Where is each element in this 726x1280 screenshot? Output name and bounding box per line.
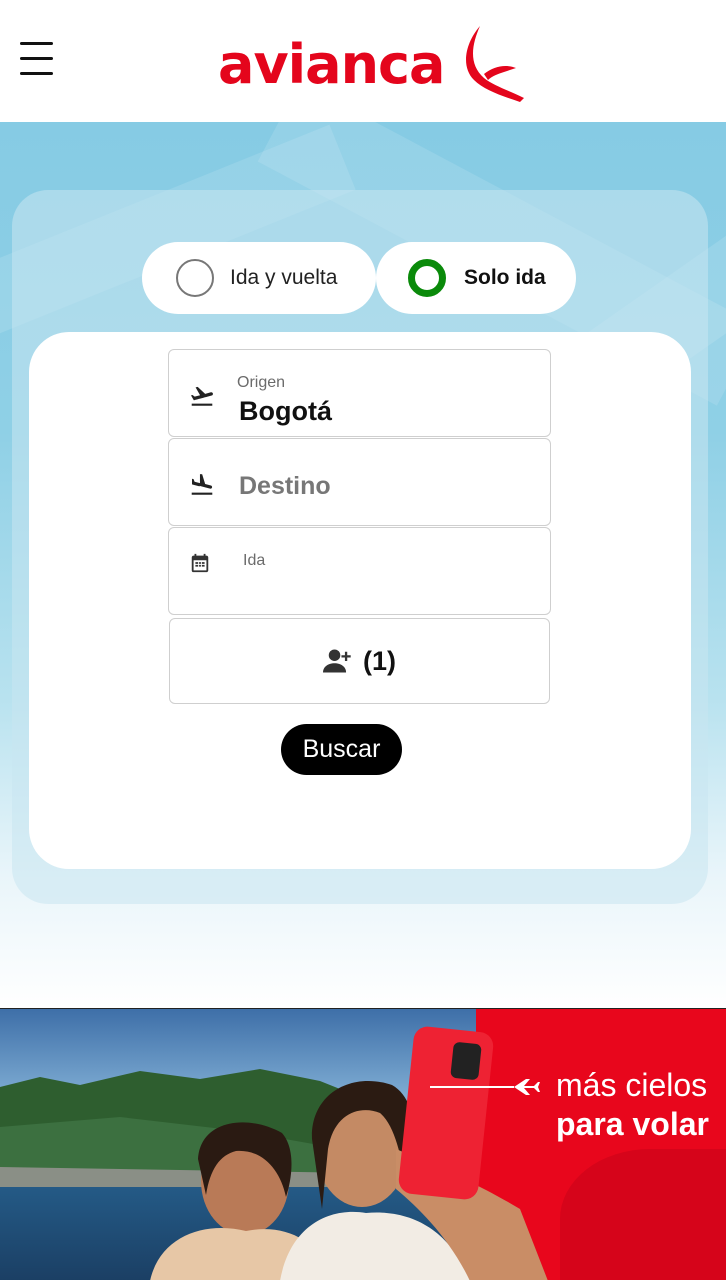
one-way-option[interactable]: Solo ida <box>376 242 576 314</box>
search-form-card: Origen Bogotá Destino Ida (1) Buscar <box>29 332 691 869</box>
avianca-bird-icon <box>466 26 525 102</box>
plane-landing-icon <box>191 474 213 495</box>
search-button[interactable]: Buscar <box>281 724 402 775</box>
one-way-radio[interactable] <box>408 259 446 297</box>
app-header: avianca <box>0 0 726 122</box>
banner-tagline: más cielos para volar <box>556 1067 709 1143</box>
destination-field[interactable]: Destino <box>168 438 551 526</box>
origin-label: Origen <box>237 374 286 391</box>
origin-value: Bogotá <box>239 396 332 426</box>
one-way-label: Solo ida <box>464 266 546 289</box>
promo-banner[interactable]: más cielos para volar <box>0 1008 726 1280</box>
tagline-line-1: más cielos <box>556 1067 708 1103</box>
passengers-selector[interactable]: (1) <box>169 618 550 704</box>
round-trip-radio[interactable] <box>176 259 214 297</box>
departure-date-field[interactable]: Ida <box>168 527 551 615</box>
flight-search-section: Ida y vuelta Solo ida Origen Bogotá Dest… <box>0 122 726 1008</box>
brand-wordmark: avianca <box>218 33 445 96</box>
plane-trail-icon <box>430 1079 540 1095</box>
avianca-logo[interactable]: avianca <box>218 24 526 104</box>
origin-field[interactable]: Origen Bogotá <box>168 349 551 437</box>
round-trip-label: Ida y vuelta <box>230 266 338 289</box>
plane-takeoff-icon <box>190 386 213 406</box>
trip-type-toggle: Ida y vuelta Solo ida <box>142 242 576 314</box>
hamburger-menu-icon[interactable] <box>20 42 56 80</box>
travelers-selfie-image <box>150 1026 548 1280</box>
passenger-count: (1) <box>363 645 396 676</box>
round-trip-option[interactable]: Ida y vuelta <box>142 242 376 314</box>
destination-placeholder: Destino <box>239 472 331 500</box>
departure-label: Ida <box>243 552 266 569</box>
calendar-icon <box>191 553 209 573</box>
add-person-icon <box>323 649 351 673</box>
tagline-line-2: para volar <box>556 1106 709 1142</box>
